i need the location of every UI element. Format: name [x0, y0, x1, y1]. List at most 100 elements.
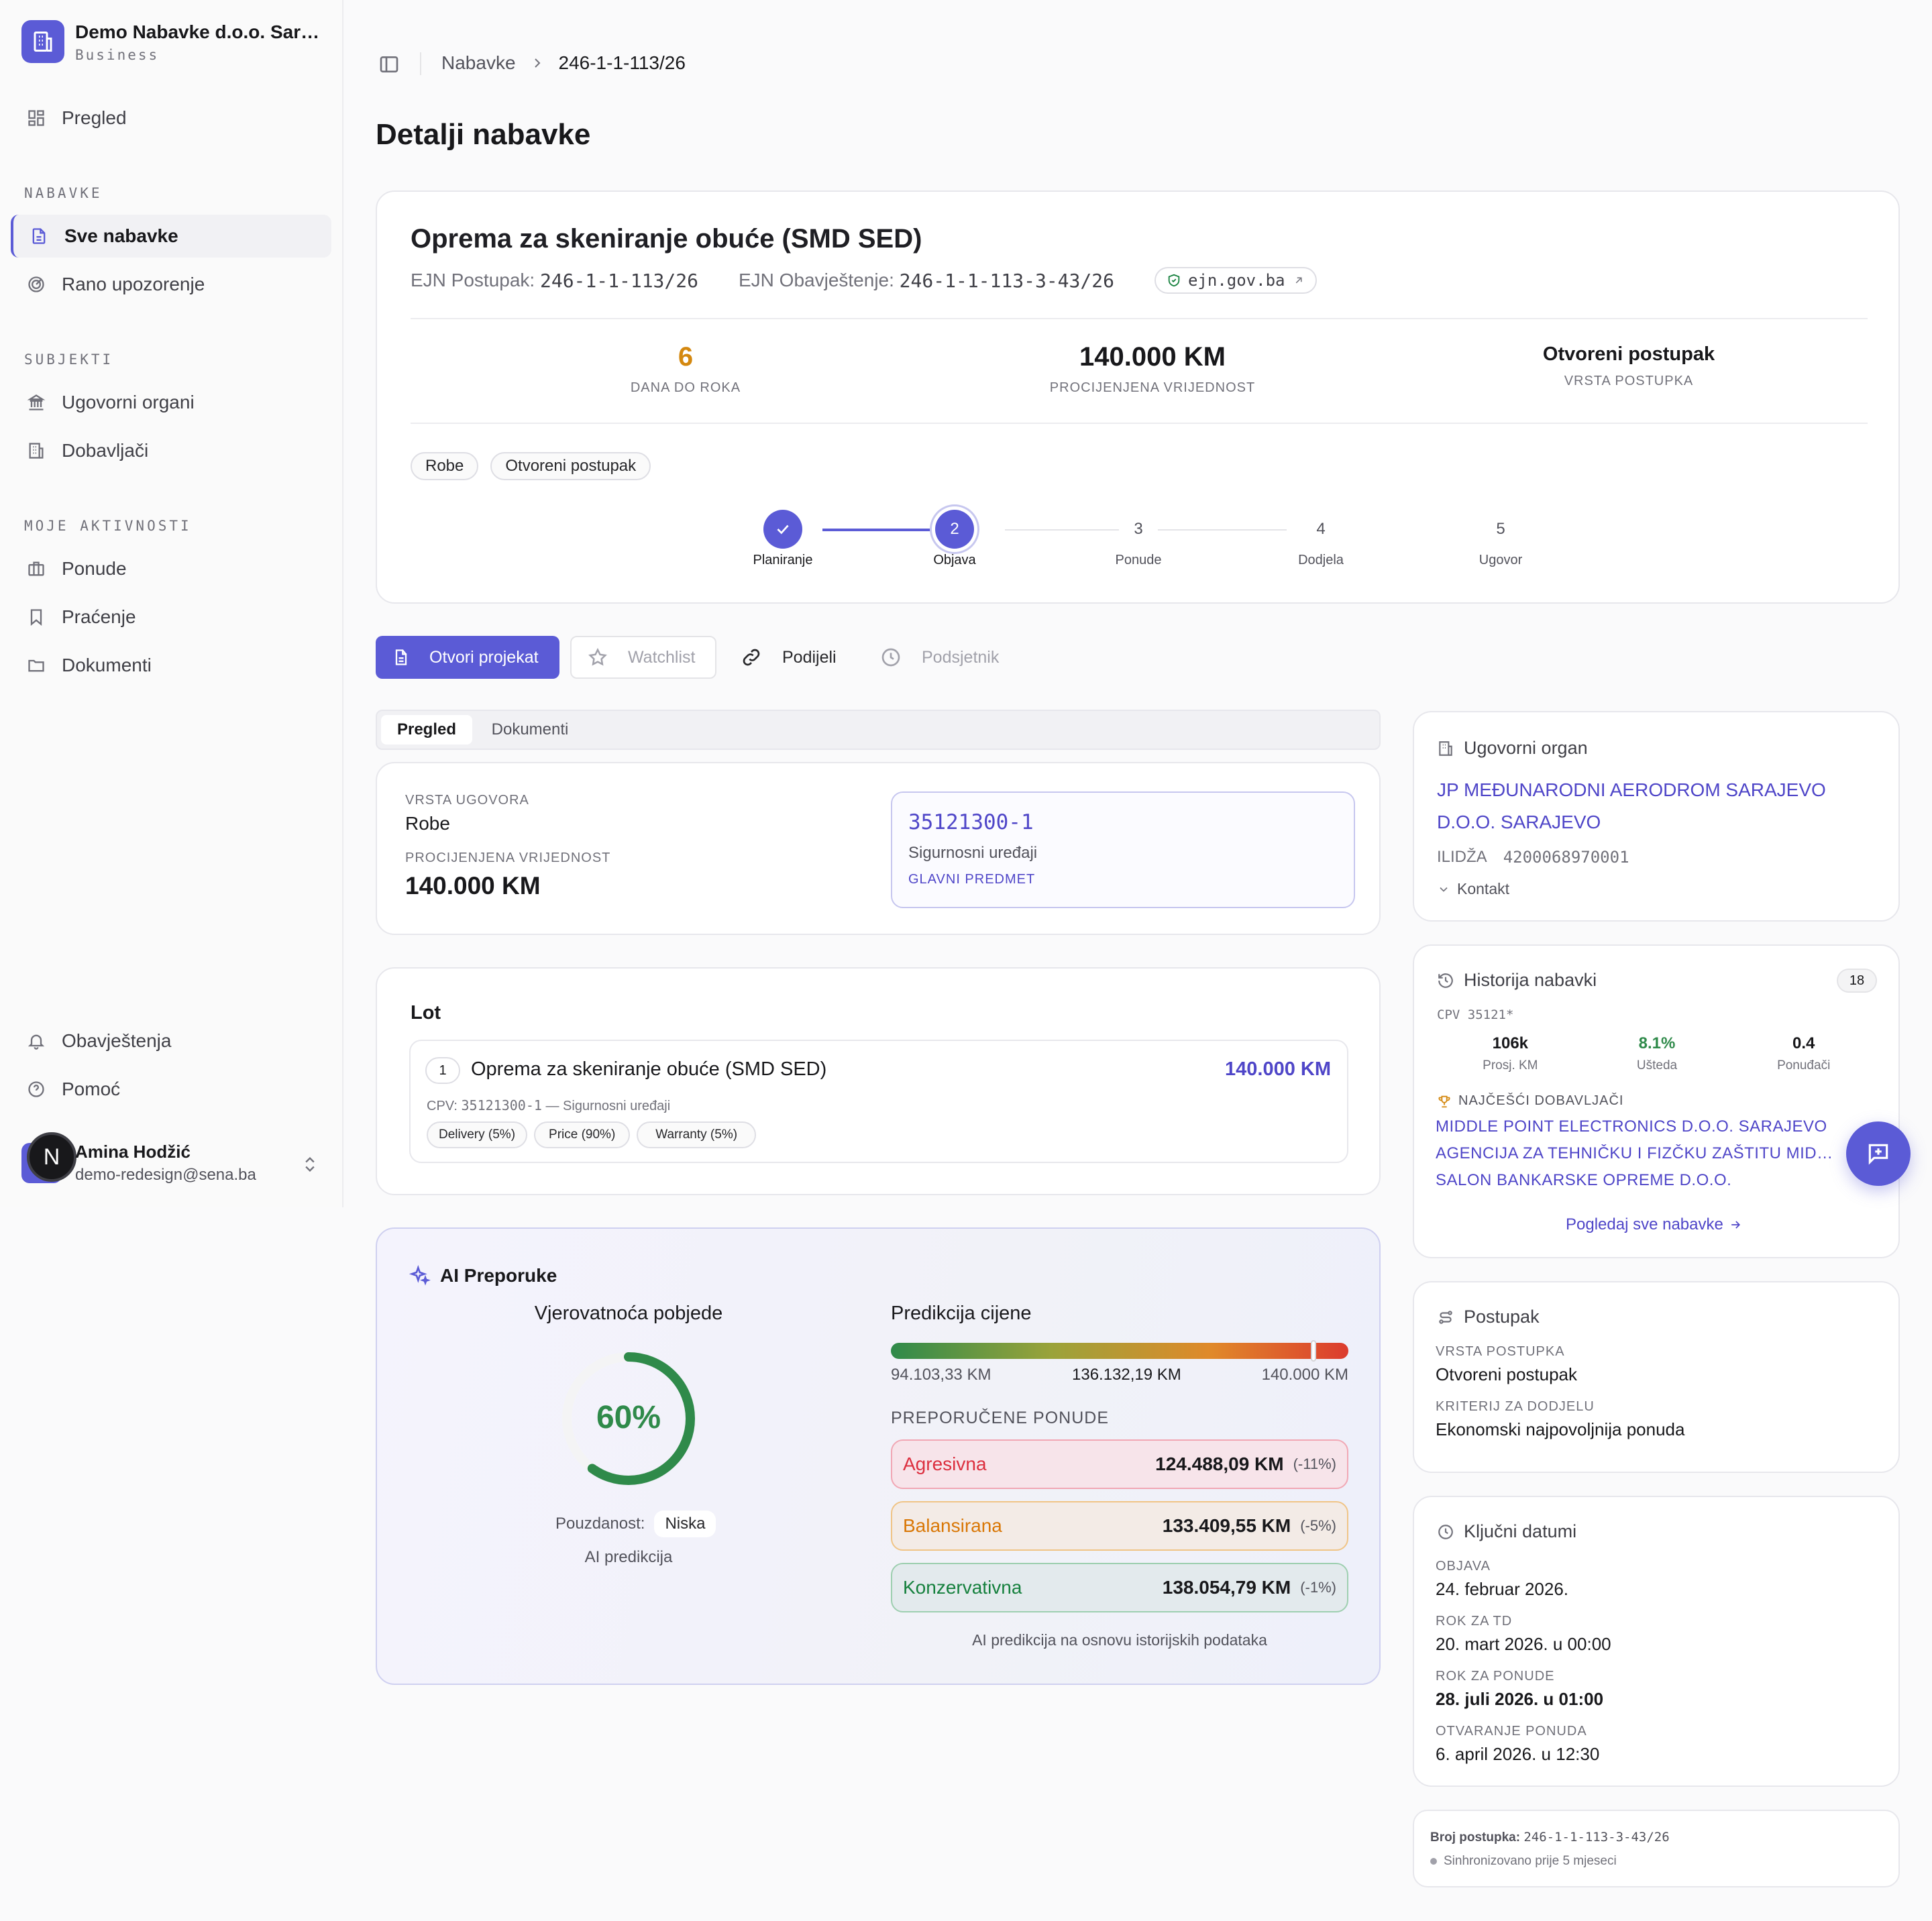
sidebar-item-help[interactable]: Pomoć — [11, 1068, 331, 1111]
main-cpv-box[interactable]: 35121300-1 Sigurnosni uređaji GLAVNI PRE… — [891, 791, 1355, 908]
date-value: 20. mart 2026. u 00:00 — [1436, 1634, 1611, 1654]
stat-value: 0.4 — [1792, 1034, 1815, 1052]
nav-section-procurements: NABAVKE — [24, 185, 103, 201]
sidebar-toggle-icon[interactable] — [378, 54, 400, 75]
source-link-label: ejn.gov.ba — [1187, 271, 1285, 290]
sidebar-item-all-procurements[interactable]: Sve nabavke — [11, 215, 331, 258]
sidebar-item-overview[interactable]: Pregled — [11, 97, 331, 140]
reminder-button[interactable]: Podsjetnik — [880, 636, 1021, 679]
sidebar-item-label: Sve nabavke — [64, 225, 178, 246]
open-project-button[interactable]: Otvori projekat — [376, 636, 559, 679]
date-value: 28. juli 2026. u 01:00 — [1436, 1689, 1604, 1709]
step-label: Dodjela — [1298, 553, 1344, 567]
buyer-name[interactable]: JP MEĐUNARODNI AERODROM SARAJEVO D.O.O. … — [1437, 774, 1826, 838]
date-label: OTVARANJE PONUDA — [1436, 1724, 1587, 1739]
header-divider — [420, 52, 421, 75]
radar-icon — [25, 274, 47, 295]
offer-balanced[interactable]: Balansirana 133.409,55 KM (-5%) — [891, 1501, 1348, 1551]
notice-number: 246-1-1-113-3-43/26 — [899, 269, 1114, 292]
breadcrumb-parent[interactable]: Nabavke — [441, 52, 516, 74]
user-name[interactable]: Amina Hodžić — [75, 1142, 191, 1162]
tender-header-card: Oprema za skeniranje obuće (SMD SED) EJN… — [376, 190, 1900, 604]
price-predicted: 136.132,19 KM — [1072, 1366, 1181, 1384]
stat-avg: 106k Prosj. KM — [1437, 1034, 1584, 1073]
price-prediction-title: Predikcija cijene — [891, 1303, 1032, 1324]
step-contract[interactable]: 5 — [1481, 510, 1520, 549]
sidebar-item-suppliers[interactable]: Dobavljači — [11, 429, 331, 472]
watchlist-button[interactable]: Watchlist — [570, 636, 716, 679]
sidebar-item-label: Pregled — [62, 107, 127, 128]
history-stats: 106k Prosj. KM 8.1% Ušteda 0.4 Ponuđači — [1437, 1034, 1877, 1073]
supplier-link[interactable]: AGENCIJA ZA TEHNIČKU I FIZČKU ZAŠTITU MI… — [1436, 1144, 1843, 1163]
criteria-chip: Price (90%) — [534, 1121, 631, 1148]
supplier-link[interactable]: MIDDLE POINT ELECTRONICS D.O.O. SARAJEVO — [1436, 1117, 1851, 1136]
chat-fab[interactable] — [1846, 1121, 1911, 1186]
stat-value: 106k — [1492, 1034, 1529, 1052]
top-suppliers-heading: NAJČEŠĆI DOBAVLJAČI — [1437, 1093, 1623, 1109]
buyer-city: ILIDŽA — [1437, 848, 1487, 866]
stat-days-left: 6 DANA DO ROKA — [565, 342, 806, 396]
win-probability-value: 60% — [596, 1400, 661, 1435]
cpv-name: Sigurnosni uređaji — [908, 844, 1038, 862]
award-criteria-label: KRITERIJ ZA DODJELU — [1436, 1399, 1595, 1414]
step-label: Objava — [933, 553, 976, 567]
lot-item[interactable]: 1 Oprema za skeniranje obuće (SMD SED) 1… — [409, 1040, 1348, 1163]
view-all-procurements-link[interactable]: Pogledaj sve nabavke — [1566, 1215, 1742, 1234]
help-circle-icon — [25, 1079, 47, 1100]
share-button[interactable]: Podijeli — [741, 636, 855, 679]
procedure-type-value: Otvoreni postupak — [1542, 343, 1715, 365]
offer-aggressive[interactable]: Agresivna 124.488,09 KM (-11%) — [891, 1439, 1348, 1489]
price-range-bar — [891, 1340, 1348, 1362]
sidebar-item-tracking[interactable]: Praćenje — [11, 596, 331, 639]
chevrons-up-down-icon[interactable] — [301, 1154, 319, 1175]
top-suppliers-label: NAJČEŠĆI DOBAVLJAČI — [1458, 1093, 1624, 1108]
step-bids[interactable]: 3 — [1119, 510, 1158, 549]
procedure-label: EJN Postupak: — [411, 270, 535, 290]
history-count-badge: 18 — [1837, 969, 1877, 993]
contact-label: Kontakt — [1457, 880, 1509, 897]
history-icon — [1438, 973, 1453, 988]
history-heading-row: Historija nabavki — [1437, 970, 1597, 991]
sidebar-item-bids[interactable]: Ponude — [11, 547, 331, 590]
buyer-meta: ILIDŽA 4200068970001 — [1437, 848, 1629, 867]
sidebar-item-contracting-bodies[interactable]: Ugovorni organi — [11, 381, 331, 424]
supplier-link[interactable]: SALON BANKARSKE OPREME D.O.O. — [1436, 1171, 1851, 1190]
sidebar-item-label: Dokumenti — [62, 655, 152, 675]
sidebar-item-label: Obavještenja — [62, 1030, 172, 1051]
sidebar-item-early-warning[interactable]: Rano upozorenje — [11, 263, 331, 306]
next-badge[interactable]: N — [27, 1132, 76, 1182]
days-left-label: DANA DO ROKA — [630, 380, 741, 395]
sidebar-item-notifications[interactable]: Obavještenja — [11, 1020, 331, 1062]
price-range-labels: 94.103,33 KM 136.132,19 KM 140.000 KM — [891, 1366, 1348, 1388]
tender-tags: Robe Otvoreni postupak — [411, 452, 651, 480]
date-value: 24. februar 2026. — [1436, 1579, 1569, 1599]
org-logo[interactable] — [21, 20, 64, 63]
tab-documents[interactable]: Dokumenti — [476, 715, 584, 745]
offer-pct: (-5%) — [1300, 1517, 1336, 1534]
procedure-number: 246-1-1-113/26 — [539, 269, 698, 292]
org-name[interactable]: Demo Nabavke d.o.o. Sarajevo — [75, 21, 323, 43]
briefcase-icon — [25, 558, 47, 580]
source-link[interactable]: ejn.gov.ba — [1154, 267, 1318, 294]
offer-pct: (-11%) — [1293, 1456, 1336, 1472]
file-text-icon — [28, 225, 50, 247]
lot-heading: Lot — [411, 1002, 441, 1024]
stat-label: Prosj. KM — [1483, 1058, 1538, 1073]
shield-check-icon — [1168, 274, 1180, 287]
step-publication[interactable]: 2 — [935, 510, 974, 549]
offer-conservative[interactable]: Konzervativna 138.054,79 KM (-1%) — [891, 1563, 1348, 1612]
view-all-label: Pogledaj sve nabavke — [1566, 1215, 1723, 1233]
lot-card: Lot 1 Oprema za skeniranje obuće (SMD SE… — [376, 967, 1381, 1195]
tab-overview[interactable]: Pregled — [381, 715, 472, 745]
lot-title: Oprema za skeniranje obuće (SMD SED) — [471, 1058, 827, 1080]
step-planning[interactable] — [763, 510, 802, 549]
sync-label: Sinhronizovano prije 5 mjeseci — [1444, 1854, 1617, 1868]
step-award[interactable]: 4 — [1301, 510, 1340, 549]
check-icon — [777, 525, 789, 535]
dashboard-icon — [25, 107, 47, 129]
sidebar-item-documents[interactable]: Dokumenti — [11, 644, 331, 687]
message-plus-icon — [1868, 1144, 1888, 1165]
contact-toggle[interactable]: Kontakt — [1437, 880, 1509, 898]
tag-goods: Robe — [411, 452, 479, 480]
value-amount: 140.000 KM — [405, 872, 541, 899]
